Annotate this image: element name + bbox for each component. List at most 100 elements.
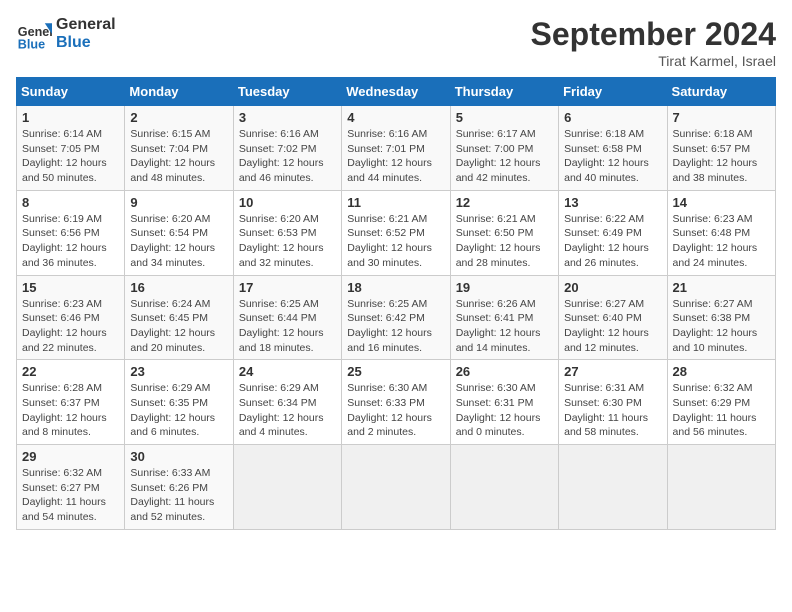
day-info: Sunrise: 6:31 AM Sunset: 6:30 PM Dayligh… [564,381,661,440]
day-number: 6 [564,110,661,125]
calendar-cell: 10 Sunrise: 6:20 AM Sunset: 6:53 PM Dayli… [233,190,341,275]
calendar-cell: 17 Sunrise: 6:25 AM Sunset: 6:44 PM Dayli… [233,275,341,360]
day-number: 14 [673,195,770,210]
weekday-header-wednesday: Wednesday [342,78,450,106]
day-info: Sunrise: 6:25 AM Sunset: 6:42 PM Dayligh… [347,297,444,356]
calendar-cell: 18 Sunrise: 6:25 AM Sunset: 6:42 PM Dayli… [342,275,450,360]
logo-blue: Blue [56,34,116,52]
svg-text:Blue: Blue [18,37,45,51]
calendar-table: SundayMondayTuesdayWednesdayThursdayFrid… [16,77,776,530]
day-info: Sunrise: 6:30 AM Sunset: 6:33 PM Dayligh… [347,381,444,440]
day-number: 22 [22,364,119,379]
calendar-cell: 3 Sunrise: 6:16 AM Sunset: 7:02 PM Daylig… [233,106,341,191]
weekday-header-sunday: Sunday [17,78,125,106]
day-info: Sunrise: 6:18 AM Sunset: 6:57 PM Dayligh… [673,127,770,186]
calendar-cell [342,445,450,530]
day-info: Sunrise: 6:28 AM Sunset: 6:37 PM Dayligh… [22,381,119,440]
day-info: Sunrise: 6:23 AM Sunset: 6:48 PM Dayligh… [673,212,770,271]
week-row-4: 22 Sunrise: 6:28 AM Sunset: 6:37 PM Dayli… [17,360,776,445]
day-info: Sunrise: 6:29 AM Sunset: 6:34 PM Dayligh… [239,381,336,440]
day-number: 16 [130,280,227,295]
day-number: 15 [22,280,119,295]
day-info: Sunrise: 6:22 AM Sunset: 6:49 PM Dayligh… [564,212,661,271]
day-info: Sunrise: 6:27 AM Sunset: 6:38 PM Dayligh… [673,297,770,356]
calendar-cell: 23 Sunrise: 6:29 AM Sunset: 6:35 PM Dayli… [125,360,233,445]
calendar-cell: 19Sunrise: 6:26 AM Sunset: 6:41 PM Dayli… [450,275,558,360]
calendar-cell: 6 Sunrise: 6:18 AM Sunset: 6:58 PM Daylig… [559,106,667,191]
calendar-cell: 20 Sunrise: 6:27 AM Sunset: 6:40 PM Dayli… [559,275,667,360]
calendar-cell: 13 Sunrise: 6:22 AM Sunset: 6:49 PM Dayli… [559,190,667,275]
day-number: 25 [347,364,444,379]
calendar-cell: 12Sunrise: 6:21 AM Sunset: 6:50 PM Dayli… [450,190,558,275]
day-info: Sunrise: 6:32 AM Sunset: 6:29 PM Dayligh… [673,381,770,440]
calendar-cell: 1 Sunrise: 6:14 AM Sunset: 7:05 PM Daylig… [17,106,125,191]
day-info: Sunrise: 6:16 AM Sunset: 7:02 PM Dayligh… [239,127,336,186]
day-info: Sunrise: 6:25 AM Sunset: 6:44 PM Dayligh… [239,297,336,356]
day-number: 20 [564,280,661,295]
month-title: September 2024 [531,16,776,53]
day-info: Sunrise: 6:26 AM Sunset: 6:41 PM Dayligh… [456,297,553,356]
calendar-cell: 16 Sunrise: 6:24 AM Sunset: 6:45 PM Dayli… [125,275,233,360]
day-info: Sunrise: 6:33 AM Sunset: 6:26 PM Dayligh… [130,466,227,525]
day-info: Sunrise: 6:16 AM Sunset: 7:01 PM Dayligh… [347,127,444,186]
day-info: Sunrise: 6:18 AM Sunset: 6:58 PM Dayligh… [564,127,661,186]
weekday-header-friday: Friday [559,78,667,106]
day-number: 17 [239,280,336,295]
calendar-cell: 28 Sunrise: 6:32 AM Sunset: 6:29 PM Dayli… [667,360,775,445]
calendar-cell [667,445,775,530]
day-number: 26 [456,364,553,379]
day-number: 12 [456,195,553,210]
day-number: 13 [564,195,661,210]
logo-icon: General Blue [16,16,52,52]
day-number: 10 [239,195,336,210]
day-info: Sunrise: 6:20 AM Sunset: 6:54 PM Dayligh… [130,212,227,271]
calendar-cell: 4Sunrise: 6:16 AM Sunset: 7:01 PM Daylig… [342,106,450,191]
day-info: Sunrise: 6:20 AM Sunset: 6:53 PM Dayligh… [239,212,336,271]
calendar-cell: 9 Sunrise: 6:20 AM Sunset: 6:54 PM Daylig… [125,190,233,275]
day-number: 3 [239,110,336,125]
day-info: Sunrise: 6:15 AM Sunset: 7:04 PM Dayligh… [130,127,227,186]
day-number: 27 [564,364,661,379]
calendar-cell: 11Sunrise: 6:21 AM Sunset: 6:52 PM Dayli… [342,190,450,275]
day-info: Sunrise: 6:23 AM Sunset: 6:46 PM Dayligh… [22,297,119,356]
day-info: Sunrise: 6:32 AM Sunset: 6:27 PM Dayligh… [22,466,119,525]
day-number: 30 [130,449,227,464]
day-info: Sunrise: 6:19 AM Sunset: 6:56 PM Dayligh… [22,212,119,271]
week-row-2: 8Sunrise: 6:19 AM Sunset: 6:56 PM Daylig… [17,190,776,275]
calendar-cell: 14 Sunrise: 6:23 AM Sunset: 6:48 PM Dayli… [667,190,775,275]
day-number: 24 [239,364,336,379]
week-row-5: 29Sunrise: 6:32 AM Sunset: 6:27 PM Dayli… [17,445,776,530]
day-number: 28 [673,364,770,379]
day-info: Sunrise: 6:14 AM Sunset: 7:05 PM Dayligh… [22,127,119,186]
page-header: General Blue General Blue September 2024… [16,16,776,69]
day-info: Sunrise: 6:30 AM Sunset: 6:31 PM Dayligh… [456,381,553,440]
week-row-1: 1 Sunrise: 6:14 AM Sunset: 7:05 PM Daylig… [17,106,776,191]
day-info: Sunrise: 6:21 AM Sunset: 6:52 PM Dayligh… [347,212,444,271]
logo-general: General [56,16,116,34]
logo: General Blue General Blue [16,16,116,52]
calendar-cell: 7Sunrise: 6:18 AM Sunset: 6:57 PM Daylig… [667,106,775,191]
calendar-cell: 5Sunrise: 6:17 AM Sunset: 7:00 PM Daylig… [450,106,558,191]
calendar-cell [450,445,558,530]
title-block: September 2024 Tirat Karmel, Israel [531,16,776,69]
day-number: 23 [130,364,227,379]
calendar-cell: 24 Sunrise: 6:29 AM Sunset: 6:34 PM Dayli… [233,360,341,445]
day-number: 9 [130,195,227,210]
calendar-cell: 26 Sunrise: 6:30 AM Sunset: 6:31 PM Dayli… [450,360,558,445]
day-info: Sunrise: 6:29 AM Sunset: 6:35 PM Dayligh… [130,381,227,440]
location: Tirat Karmel, Israel [531,53,776,69]
calendar-cell: 15 Sunrise: 6:23 AM Sunset: 6:46 PM Dayli… [17,275,125,360]
day-number: 18 [347,280,444,295]
day-info: Sunrise: 6:24 AM Sunset: 6:45 PM Dayligh… [130,297,227,356]
day-number: 21 [673,280,770,295]
day-number: 1 [22,110,119,125]
weekday-header-monday: Monday [125,78,233,106]
week-row-3: 15 Sunrise: 6:23 AM Sunset: 6:46 PM Dayli… [17,275,776,360]
calendar-cell [233,445,341,530]
calendar-cell: 22 Sunrise: 6:28 AM Sunset: 6:37 PM Dayli… [17,360,125,445]
calendar-cell: 2 Sunrise: 6:15 AM Sunset: 7:04 PM Daylig… [125,106,233,191]
calendar-cell: 21 Sunrise: 6:27 AM Sunset: 6:38 PM Dayli… [667,275,775,360]
weekday-header-saturday: Saturday [667,78,775,106]
day-info: Sunrise: 6:27 AM Sunset: 6:40 PM Dayligh… [564,297,661,356]
day-number: 2 [130,110,227,125]
